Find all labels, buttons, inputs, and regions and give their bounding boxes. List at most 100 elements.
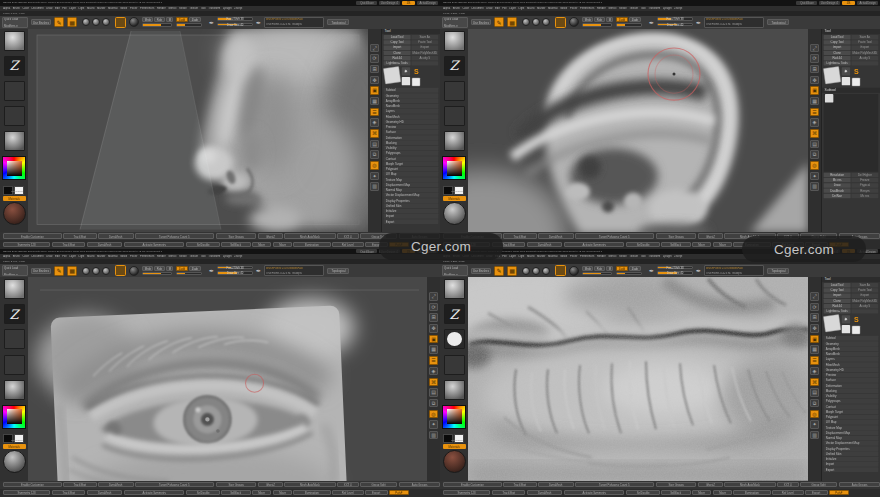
section-initialize[interactable]: Initialize <box>824 457 879 462</box>
bottom-button[interactable]: Illumination <box>293 490 330 495</box>
bottom-button[interactable]: SelDouble <box>186 490 220 495</box>
strip-icon-0[interactable]: ⤢ <box>429 292 438 301</box>
topological-button[interactable]: Topological <box>767 19 789 25</box>
panel-button[interactable]: Copy Tool <box>824 288 851 292</box>
panel-button[interactable]: DelNan <box>824 193 851 197</box>
mesh-thumb[interactable] <box>412 77 420 85</box>
cube-thumb[interactable] <box>842 325 850 333</box>
section-layers[interactable]: Layers <box>384 108 439 113</box>
bottom-button[interactable]: Enable Customize <box>3 233 62 238</box>
polymesh-star-thumb[interactable]: ✷ <box>842 315 850 323</box>
section-preview[interactable]: Preview <box>824 373 879 378</box>
section-polygroups[interactable]: Polygroups <box>824 399 879 404</box>
use-brushes-button[interactable]: Use Brushes <box>31 19 51 25</box>
section-surface[interactable]: Surface <box>384 129 439 134</box>
strip-icon-10[interactable]: ⧉ <box>370 150 379 159</box>
section-unified-skin[interactable]: Unified Skin <box>824 451 879 456</box>
section-polypaint[interactable]: Polypaint <box>824 415 879 420</box>
bottom-button[interactable]: SelDouble <box>626 242 660 247</box>
bottom-button[interactable]: DynaMesh <box>538 233 573 238</box>
materials-button[interactable]: Materials <box>3 444 26 449</box>
eye-sculpt-viewport[interactable] <box>28 277 427 481</box>
strip-icon-6[interactable]: ☰ <box>810 356 819 365</box>
rgb-intensity-slider[interactable] <box>142 23 172 27</box>
panel-button[interactable]: Save As <box>851 34 878 38</box>
strip-icon-11[interactable]: ◎ <box>810 410 819 419</box>
bottom-button[interactable]: Auto Groups <box>839 482 880 487</box>
zsub-button[interactable]: Zsub <box>629 266 641 271</box>
lazy-mouse-icon[interactable]: ✒ <box>696 267 701 274</box>
section-geometry[interactable]: Geometry <box>384 93 439 98</box>
bottom-button[interactable]: Target Polygons Count 5 <box>135 482 214 487</box>
strip-icon-3[interactable]: ✥ <box>810 324 819 333</box>
panel-button[interactable]: Make PolyMesh3D <box>851 50 878 54</box>
m-button[interactable]: M <box>606 266 613 271</box>
section-polygroups[interactable]: Polygroups <box>384 150 439 155</box>
scale-tool-icon[interactable] <box>92 18 100 26</box>
strip-icon-8[interactable]: ⌘ <box>429 378 438 387</box>
stroke-thumbnail[interactable]: Z <box>4 56 25 76</box>
bottom-button[interactable]: SelBlack <box>661 242 690 247</box>
lazy-mouse-icon[interactable]: ✒ <box>696 19 701 26</box>
strip-icon-12[interactable]: ✦ <box>810 172 819 181</box>
panel-button[interactable]: Mc res <box>851 193 878 197</box>
bottom-button[interactable]: Mixer <box>252 490 271 495</box>
bottom-button[interactable]: Activate Symmetry <box>124 490 184 495</box>
panel-button[interactable]: Export <box>411 45 438 49</box>
panel-button[interactable]: Lightbox ▸ Tools <box>824 61 851 65</box>
topological-button[interactable]: Topological <box>767 268 789 274</box>
draw-mode-button[interactable]: ▦ <box>67 17 77 27</box>
current-brush-button[interactable] <box>555 265 566 276</box>
section-export[interactable]: Export <box>384 219 439 224</box>
bottom-button[interactable]: Move <box>713 490 732 495</box>
strip-icon-4[interactable]: ▣ <box>370 86 379 95</box>
panel-button[interactable]: Lightbox ▸ Tools <box>824 309 851 313</box>
bottom-button[interactable]: Activate Symmetry <box>564 242 624 247</box>
bottom-button[interactable]: Illumination <box>293 242 330 247</box>
section-geometry[interactable]: Geometry <box>824 341 879 346</box>
quick-load-group[interactable]: Quick LoadModifiers ▾ <box>2 265 28 276</box>
strip-icon-12[interactable]: ✦ <box>429 420 438 429</box>
titlebar-chip[interactable]: UserDesign 4 <box>379 1 400 5</box>
lazy-mouse-icon[interactable]: ✒ <box>256 267 261 274</box>
panel-button[interactable]: Import <box>824 293 851 297</box>
section-visibility[interactable]: Visibility <box>824 394 879 399</box>
material-sphere[interactable] <box>3 450 26 473</box>
panel-button[interactable] <box>851 61 878 65</box>
panel-button[interactable]: Freeze <box>851 177 878 181</box>
section-contact[interactable]: Contact <box>384 156 439 161</box>
titlebar-chip[interactable]: ZB <box>842 1 855 5</box>
mrgb-button[interactable]: Mrgb <box>142 17 153 22</box>
bottom-button[interactable]: XYZ 4 <box>777 482 798 487</box>
active-tool-thumb[interactable] <box>383 66 401 84</box>
quick-load-group[interactable]: Quick LoadModifiers ▾ <box>442 17 468 28</box>
bottom-button[interactable]: Size Groups <box>656 482 697 487</box>
scale-tool-icon[interactable] <box>532 267 540 275</box>
strip-icon-1[interactable]: ⟳ <box>810 54 819 63</box>
strip-icon-3[interactable]: ✥ <box>370 76 379 85</box>
rotate-tool-icon[interactable] <box>542 267 550 275</box>
rgb-button[interactable]: Rgb <box>154 17 165 22</box>
stroke-curve-icon[interactable]: ✒ <box>649 19 654 26</box>
titlebar-chip[interactable]: ActualDesign <box>857 1 878 5</box>
panel-button[interactable]: Rad 44 <box>824 304 851 308</box>
material-thumbnail[interactable] <box>4 380 25 400</box>
section-subtool[interactable]: Subtool <box>384 87 439 92</box>
strip-icon-3[interactable]: ✥ <box>810 76 819 85</box>
section-initialize[interactable]: Initialize <box>384 208 439 213</box>
cube-thumb[interactable] <box>842 76 850 84</box>
bottom-button[interactable]: Symmetry 128 <box>3 490 50 495</box>
panel-button[interactable]: Draw <box>824 183 851 187</box>
strip-icon-7[interactable]: ◈ <box>810 118 819 127</box>
bottom-button[interactable]: TrackShot <box>503 233 537 238</box>
bottom-button[interactable]: SelBlack <box>661 490 690 495</box>
panel-button[interactable] <box>411 61 438 65</box>
use-brushes-button[interactable]: Use Brushes <box>471 268 491 274</box>
strip-icon-9[interactable]: ▤ <box>370 140 379 149</box>
bottom-button[interactable]: Move <box>273 490 292 495</box>
rgb-intensity-slider[interactable] <box>582 23 612 27</box>
nose-sculpt-viewport[interactable] <box>28 29 368 233</box>
ear-sculpt-viewport[interactable] <box>468 29 808 233</box>
panel-button[interactable]: Ptypical <box>851 183 878 187</box>
section-deformation[interactable]: Deformation <box>384 135 439 140</box>
